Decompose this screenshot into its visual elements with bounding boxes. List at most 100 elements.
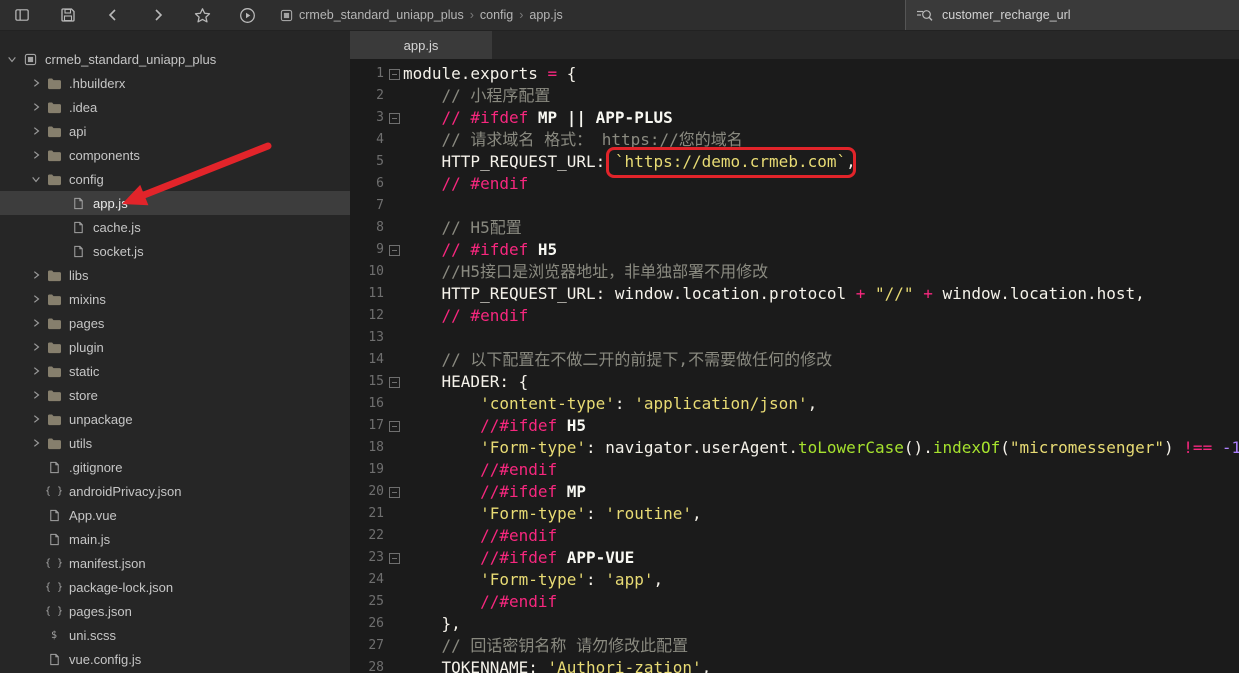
save-button[interactable] xyxy=(45,0,90,30)
line-number: 21 xyxy=(356,503,384,525)
chevron-right-icon[interactable] xyxy=(28,366,44,376)
chevron-right-icon[interactable] xyxy=(28,150,44,160)
line-number: 13 xyxy=(356,327,384,349)
chevron-right-icon[interactable] xyxy=(28,438,44,448)
editor-pane: app.js 1module.exports = {2 // 小程序配置3 //… xyxy=(350,31,1239,673)
tab-app-js[interactable]: app.js xyxy=(350,31,492,59)
tree-item-static[interactable]: static xyxy=(0,359,350,383)
tree-item-.idea[interactable]: .idea xyxy=(0,95,350,119)
fold-spacer xyxy=(384,217,403,239)
chevron-right-icon[interactable] xyxy=(28,414,44,424)
fold-marker-icon[interactable] xyxy=(384,547,403,569)
run-button[interactable] xyxy=(225,0,270,30)
file-icon xyxy=(68,221,88,234)
tree-item-package-lock.json[interactable]: { }package-lock.json xyxy=(0,575,350,599)
tree-item-App.vue[interactable]: App.vue xyxy=(0,503,350,527)
breadcrumb-item[interactable]: app.js xyxy=(529,8,562,22)
code-editor[interactable]: 1module.exports = {2 // 小程序配置3 // #ifdef… xyxy=(350,59,1239,673)
toggle-sidebar-button[interactable] xyxy=(0,0,45,30)
code-text: HTTP_REQUEST_URL: `https://demo.crmeb.co… xyxy=(403,151,856,173)
tree-item-pages[interactable]: pages xyxy=(0,311,350,335)
tree-item-uni.scss[interactable]: $uni.scss xyxy=(0,623,350,647)
code-text: 'Form-type': 'app', xyxy=(403,569,663,591)
tree-item-crmeb_standard_uniapp_plus[interactable]: crmeb_standard_uniapp_plus xyxy=(0,47,350,71)
fold-spacer xyxy=(384,349,403,371)
breadcrumb-item[interactable]: crmeb_standard_uniapp_plus xyxy=(299,8,464,22)
fold-spacer xyxy=(384,657,403,673)
star-icon xyxy=(194,7,211,24)
chevron-right-icon[interactable] xyxy=(28,390,44,400)
breadcrumb-separator: › xyxy=(519,8,523,22)
tree-item-androidPrivacy.json[interactable]: { }androidPrivacy.json xyxy=(0,479,350,503)
fold-marker-icon[interactable] xyxy=(384,371,403,393)
tree-item-cache.js[interactable]: cache.js xyxy=(0,215,350,239)
search-icon xyxy=(916,7,933,23)
fold-spacer xyxy=(384,173,403,195)
chevron-right-icon[interactable] xyxy=(28,318,44,328)
code-line: 18 'Form-type': navigator.userAgent.toLo… xyxy=(356,437,1239,459)
fold-marker-icon[interactable] xyxy=(384,481,403,503)
line-number: 14 xyxy=(356,349,384,371)
chevron-right-icon[interactable] xyxy=(28,126,44,136)
line-number: 9 xyxy=(356,239,384,261)
line-number: 2 xyxy=(356,85,384,107)
tree-item-main.js[interactable]: main.js xyxy=(0,527,350,551)
nav-forward-button[interactable] xyxy=(135,0,180,30)
code-text: // 回话密钥名称 请勿修改此配置 xyxy=(403,635,688,657)
tree-item-.gitignore[interactable]: .gitignore xyxy=(0,455,350,479)
code-line: 4 // 请求域名 格式： https://您的域名 xyxy=(356,129,1239,151)
nav-back-button[interactable] xyxy=(90,0,135,30)
fold-marker-icon[interactable] xyxy=(384,415,403,437)
fold-spacer xyxy=(384,85,403,107)
code-line: 22 //#endif xyxy=(356,525,1239,547)
tree-item-store[interactable]: store xyxy=(0,383,350,407)
chevron-right-icon[interactable] xyxy=(28,102,44,112)
tree-item-pages.json[interactable]: { }pages.json xyxy=(0,599,350,623)
line-number: 15 xyxy=(356,371,384,393)
tree-item-unpackage[interactable]: unpackage xyxy=(0,407,350,431)
tree-item-libs[interactable]: libs xyxy=(0,263,350,287)
code-line: 6 // #endif xyxy=(356,173,1239,195)
chevron-down-icon[interactable] xyxy=(28,174,44,184)
code-line: 23 //#ifdef APP-VUE xyxy=(356,547,1239,569)
tree-item-label: .idea xyxy=(69,100,97,115)
folder-icon xyxy=(44,341,64,354)
code-text: //H5接口是浏览器地址，非单独部署不用修改 xyxy=(403,261,768,283)
tree-item-label: crmeb_standard_uniapp_plus xyxy=(45,52,216,67)
fold-spacer xyxy=(384,261,403,283)
line-number: 6 xyxy=(356,173,384,195)
chevron-right-icon[interactable] xyxy=(28,78,44,88)
tree-item-mixins[interactable]: mixins xyxy=(0,287,350,311)
search-box[interactable]: customer_recharge_url xyxy=(905,0,1239,30)
fold-marker-icon[interactable] xyxy=(384,107,403,129)
fold-marker-icon[interactable] xyxy=(384,63,403,85)
tree-item-plugin[interactable]: plugin xyxy=(0,335,350,359)
chevron-right-icon[interactable] xyxy=(28,294,44,304)
tree-item-components[interactable]: components xyxy=(0,143,350,167)
tree-item-socket.js[interactable]: socket.js xyxy=(0,239,350,263)
code-text: // #ifdef H5 xyxy=(403,239,557,261)
tree-item-config[interactable]: config xyxy=(0,167,350,191)
tree-item-.hbuilderx[interactable]: .hbuilderx xyxy=(0,71,350,95)
fold-marker-icon[interactable] xyxy=(384,239,403,261)
breadcrumb-item[interactable]: config xyxy=(480,8,513,22)
code-text: HEADER: { xyxy=(403,371,528,393)
chevron-right-icon[interactable] xyxy=(28,342,44,352)
line-number: 23 xyxy=(356,547,384,569)
tree-item-app.js[interactable]: app.js xyxy=(0,191,350,215)
chevron-right-icon[interactable] xyxy=(28,270,44,280)
tree-item-manifest.json[interactable]: { }manifest.json xyxy=(0,551,350,575)
chevron-down-icon[interactable] xyxy=(4,54,20,64)
code-line: 28 TOKENNAME: 'Authori-zation', xyxy=(356,657,1239,673)
braces-icon: { } xyxy=(44,606,64,617)
breadcrumb: crmeb_standard_uniapp_plus›config›app.js xyxy=(280,8,567,22)
tree-item-vue.config.js[interactable]: vue.config.js xyxy=(0,647,350,671)
tree-item-utils[interactable]: utils xyxy=(0,431,350,455)
project-icon xyxy=(280,9,293,22)
tree-item-api[interactable]: api xyxy=(0,119,350,143)
save-icon xyxy=(60,7,76,23)
code-line: 14 // 以下配置在不做二开的前提下,不需要做任何的修改 xyxy=(356,349,1239,371)
line-number: 5 xyxy=(356,151,384,173)
braces-icon: { } xyxy=(44,486,64,497)
favorite-button[interactable] xyxy=(180,0,225,30)
